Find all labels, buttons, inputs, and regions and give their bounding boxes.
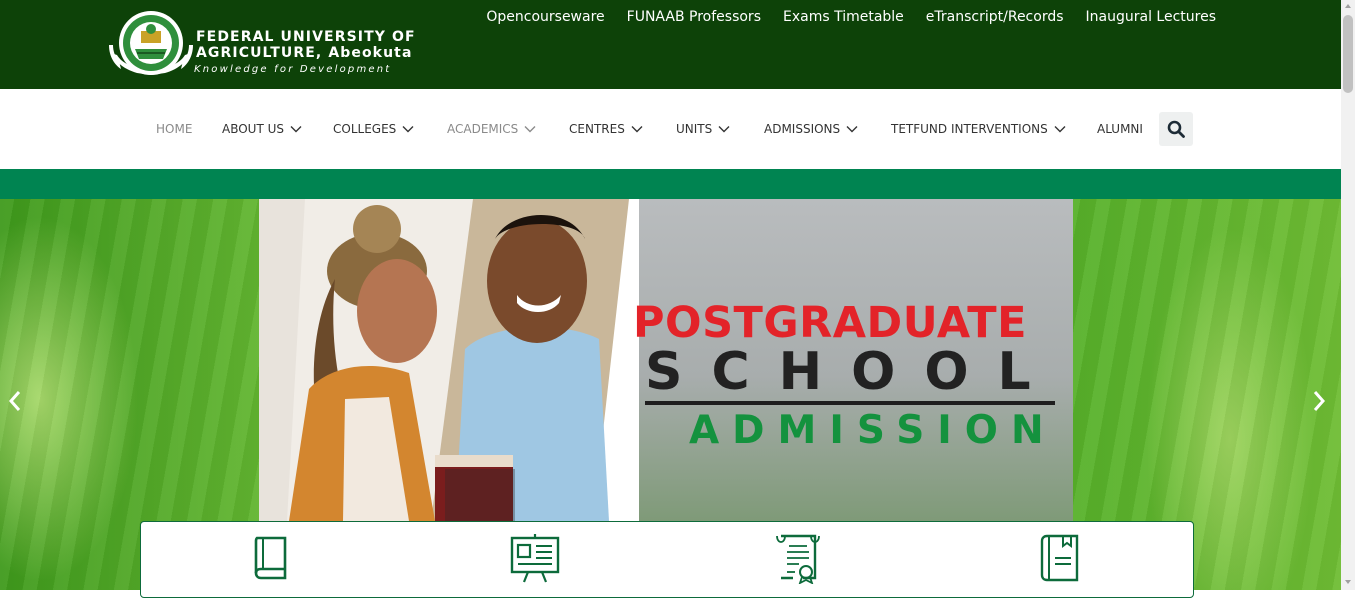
banner-title-school: SCHOOL: [645, 342, 1060, 402]
nav-label-colleges: COLLEGES: [333, 122, 397, 136]
nav-item-home[interactable]: HOME: [156, 122, 192, 136]
nav-label-units: UNITS: [676, 122, 713, 136]
nav-label-alumni: ALUMNI: [1097, 122, 1143, 136]
banner-underline: [645, 401, 1055, 405]
brand-name[interactable]: FEDERAL UNIVERSITY OF AGRICULTURE, Abeok…: [194, 29, 416, 75]
nav-item-academics[interactable]: ACADEMICS: [447, 122, 536, 136]
chevron-down-icon: [631, 126, 643, 133]
top-link-opencourseware[interactable]: Opencourseware: [486, 9, 604, 25]
presentation-board-icon[interactable]: [510, 532, 560, 584]
search-icon: [1167, 120, 1185, 138]
chevron-right-icon[interactable]: [1311, 389, 1327, 413]
nav-item-tetfund-interventions[interactable]: TETFUND INTERVENTIONS: [891, 122, 1066, 136]
search-button[interactable]: [1159, 112, 1193, 146]
book-icon[interactable]: [247, 532, 297, 584]
carousel-slide-banner[interactable]: POSTGRADUATE SCHOOL ADMISSION: [259, 199, 1073, 521]
top-link-professors[interactable]: FUNAAB Professors: [627, 9, 761, 25]
green-divider-strip: [0, 169, 1341, 199]
chevron-left-icon[interactable]: [7, 389, 23, 413]
nav-item-alumni[interactable]: ALUMNI: [1097, 122, 1143, 136]
main-navigation: HOME ABOUT US COLLEGES ACADEMICS CENTRES…: [0, 89, 1341, 169]
certificate-icon[interactable]: [773, 532, 823, 584]
chevron-down-icon: [1054, 126, 1066, 133]
top-link-etranscript[interactable]: eTranscript/Records: [926, 9, 1064, 25]
top-link-exams-timetable[interactable]: Exams Timetable: [783, 9, 904, 25]
top-links: Opencourseware FUNAAB Professors Exams T…: [486, 9, 1216, 25]
document-book-icon[interactable]: [1037, 532, 1087, 584]
chevron-down-icon: [718, 126, 730, 133]
chevron-down-icon: [290, 126, 302, 133]
nav-label-tetfund: TETFUND INTERVENTIONS: [891, 122, 1048, 136]
nav-label-about-us: ABOUT US: [222, 122, 285, 136]
scroll-down-arrow-icon[interactable]: [1345, 580, 1351, 584]
chevron-down-icon: [846, 126, 858, 133]
chevron-down-icon: [524, 126, 536, 133]
banner-title-postgraduate: POSTGRADUATE: [633, 298, 1027, 348]
nav-item-centres[interactable]: CENTRES: [569, 122, 643, 136]
nav-label-home: HOME: [156, 122, 193, 136]
brand-tagline: Knowledge for Development: [194, 64, 392, 75]
vertical-scrollbar[interactable]: [1341, 0, 1355, 590]
nav-label-centres: CENTRES: [569, 122, 625, 136]
nav-item-about-us[interactable]: ABOUT US: [222, 122, 302, 136]
top-link-inaugural-lectures[interactable]: Inaugural Lectures: [1086, 9, 1216, 25]
nav-item-units[interactable]: UNITS: [676, 122, 730, 136]
chevron-down-icon: [402, 126, 414, 133]
banner-title-admission: ADMISSION: [689, 408, 1057, 453]
scroll-up-arrow-icon[interactable]: [1345, 4, 1351, 8]
university-seal-logo[interactable]: [107, 9, 195, 79]
brand-line-1: FEDERAL UNIVERSITY OF: [196, 29, 416, 45]
nav-label-academics: ACADEMICS: [447, 122, 519, 136]
nav-item-colleges[interactable]: COLLEGES: [333, 122, 414, 136]
site-header: FEDERAL UNIVERSITY OF AGRICULTURE, Abeok…: [0, 0, 1341, 89]
nav-item-admissions[interactable]: ADMISSIONS: [764, 122, 858, 136]
quick-links-panel: [140, 521, 1194, 598]
nav-label-admissions: ADMISSIONS: [764, 122, 841, 136]
scrollbar-thumb[interactable]: [1343, 15, 1353, 93]
students-photo: [259, 199, 639, 521]
brand-line-2: AGRICULTURE, Abeokuta: [196, 45, 413, 61]
